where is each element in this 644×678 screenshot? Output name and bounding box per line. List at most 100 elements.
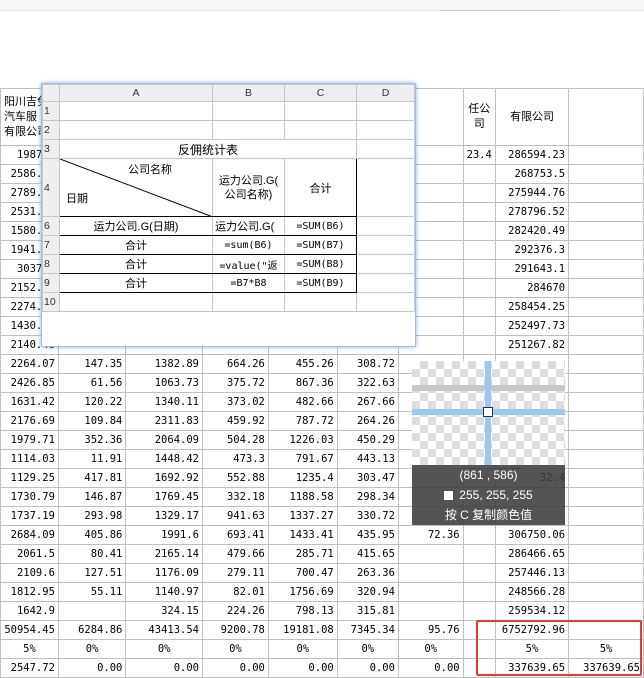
cell-c8[interactable]: =SUM(B8) [284,254,357,274]
header-cell[interactable] [568,88,644,146]
grid-cell[interactable]: 417.81 [57,468,127,488]
grid-cell[interactable]: 95.76 [397,620,464,640]
grid-cell[interactable]: 415.65 [336,544,399,564]
grid-cell[interactable]: 1642.9 [0,601,59,621]
grid-cell[interactable]: 315.81 [336,601,399,621]
header-total[interactable]: 合计 [284,158,357,217]
grid-cell[interactable]: 286466.65 [494,544,570,564]
grid-cell[interactable]: 251267.82 [494,335,570,355]
grid-cell[interactable]: 443.13 [336,449,399,469]
grid-cell[interactable] [462,202,496,222]
grid-cell[interactable] [568,316,644,336]
grid-cell[interactable]: 1337.27 [267,506,338,526]
row-number[interactable]: 3 [42,139,60,159]
grid-cell[interactable]: 1329.17 [125,506,203,526]
grid-cell[interactable]: 1448.42 [125,449,203,469]
grid-cell[interactable]: 1979.71 [0,430,59,450]
col-header-c[interactable]: C [284,84,357,102]
grid-cell[interactable]: 1730.79 [0,487,59,507]
grid-cell[interactable]: 2684.09 [0,525,59,545]
grid-cell[interactable] [568,563,644,583]
grid-cell[interactable] [397,544,464,564]
grid-cell[interactable]: 6284.86 [57,620,127,640]
grid-cell[interactable]: 1433.41 [267,525,338,545]
grid-cell[interactable]: 479.66 [202,544,269,564]
grid-cell[interactable] [568,297,644,317]
grid-cell[interactable] [462,278,496,298]
grid-cell[interactable]: 1140.97 [125,582,203,602]
grid-cell[interactable]: 303.47 [336,468,399,488]
grid-cell[interactable]: 286594.23 [494,145,570,165]
grid-cell[interactable]: 1129.25 [0,468,59,488]
grid-cell[interactable] [397,582,464,602]
row-number[interactable]: 6 [42,216,60,236]
grid-cell[interactable]: 252497.73 [494,316,570,336]
table-row[interactable]: 2061.5 80.41 2165.14 479.66 285.71 415.65 2864… [0,544,644,564]
grid-cell[interactable]: 275944.76 [494,183,570,203]
grid-cell[interactable]: 322.63 [336,373,399,393]
grid-cell[interactable]: 293.98 [57,506,127,526]
grid-cell[interactable]: 2165.14 [125,544,203,564]
grid-cell[interactable] [568,601,644,621]
grid-cell[interactable]: 1063.73 [125,373,203,393]
col-header-d[interactable]: D [356,84,415,102]
row-number[interactable]: 8 [42,254,60,274]
cell-c6[interactable]: =SUM(B6) [284,216,357,236]
grid-cell[interactable] [568,525,644,545]
grid-cell[interactable] [568,221,644,241]
grid-cell[interactable]: 324.15 [125,601,203,621]
grid-cell[interactable]: 455.26 [267,354,338,374]
grid-cell[interactable]: 257446.13 [494,563,570,583]
header-cell[interactable]: 任公司 [462,88,496,146]
grid-cell[interactable]: 258454.25 [494,297,570,317]
grid-cell[interactable]: 82.01 [202,582,269,602]
grid-cell[interactable]: 450.29 [336,430,399,450]
grid-cell[interactable]: 146.87 [57,487,127,507]
grid-cell[interactable] [568,411,644,431]
diagonal-header-cell[interactable]: 公司名称 日期 [59,158,213,217]
grid-cell[interactable]: 291643.1 [494,259,570,279]
grid-cell[interactable]: 2064.09 [125,430,203,450]
row-number[interactable]: 1 [42,101,60,121]
grid-cell[interactable]: 700.47 [267,563,338,583]
cell-c9[interactable]: =SUM(B9) [284,273,357,293]
header-cell[interactable]: 有限公司 [494,88,570,146]
grid-cell[interactable]: 5% [0,639,59,659]
grid-cell[interactable]: 1692.92 [125,468,203,488]
grid-cell[interactable]: 2264.07 [0,354,59,374]
grid-cell[interactable] [568,183,644,203]
grid-cell[interactable] [462,601,496,621]
grid-cell[interactable]: 482.66 [267,392,338,412]
row-number[interactable]: 7 [42,235,60,255]
grid-cell[interactable] [568,582,644,602]
grid-cell[interactable]: 320.94 [336,582,399,602]
grid-cell[interactable] [568,506,644,526]
grid-cell[interactable]: 147.35 [57,354,127,374]
grid-cell[interactable]: 1769.45 [125,487,203,507]
table-row[interactable]: 1812.95 55.11 1140.97 82.01 1756.69 320.94 248… [0,582,644,602]
grid-cell[interactable] [462,544,496,564]
grid-cell[interactable]: 0% [57,639,127,659]
grid-cell[interactable] [568,335,644,355]
grid-cell[interactable]: 120.22 [57,392,127,412]
col-header-b[interactable]: B [212,84,285,102]
cell-b8[interactable]: =value("返 [212,254,285,274]
grid-cell[interactable]: 867.36 [267,373,338,393]
grid-cell[interactable]: 19181.08 [267,620,338,640]
grid-cell[interactable]: 798.13 [267,601,338,621]
grid-cell[interactable] [462,164,496,184]
embedded-report-sheet[interactable]: A B C D 1 2 3 反佣统计表 4 公司名称 日期 运力公司.G( 公司… [41,83,416,347]
grid-cell[interactable]: 1235.4 [267,468,338,488]
grid-cell[interactable]: 298.34 [336,487,399,507]
grid-cell[interactable] [462,297,496,317]
grid-cell[interactable]: 332.18 [202,487,269,507]
grid-cell[interactable] [568,487,644,507]
grid-cell[interactable]: 552.88 [202,468,269,488]
row-number[interactable]: 10 [42,292,60,312]
grid-cell[interactable]: 268753.5 [494,164,570,184]
grid-cell[interactable]: 11.91 [57,449,127,469]
grid-cell[interactable]: 693.41 [202,525,269,545]
grid-cell[interactable]: 224.26 [202,601,269,621]
grid-cell[interactable]: 55.11 [57,582,127,602]
grid-cell[interactable]: 1176.09 [125,563,203,583]
